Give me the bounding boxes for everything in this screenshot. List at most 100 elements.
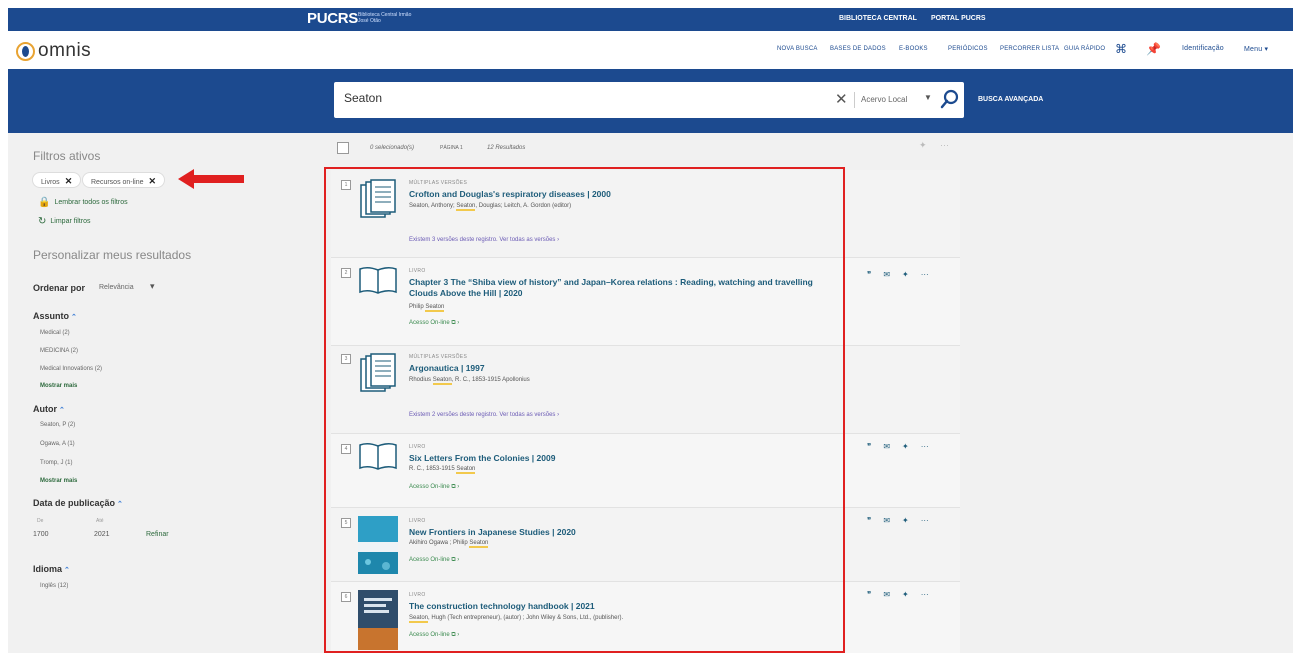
reset-icon: ↻	[38, 216, 47, 227]
facet-assunto-header[interactable]: Assunto ⌃	[33, 311, 77, 321]
results-count: 12 Resultados	[487, 145, 526, 151]
email-icon[interactable]: ✉	[883, 270, 890, 279]
menu-label: Menu	[1244, 46, 1263, 53]
facet-title: Assunto	[33, 311, 69, 321]
more-icon[interactable]: ···	[921, 590, 929, 599]
scope-divider	[854, 92, 855, 108]
facet-value[interactable]: Seaton, P (2)	[40, 422, 75, 428]
omnis-logo[interactable]: omnis	[16, 40, 91, 62]
pin-icon[interactable]: ✦	[919, 140, 927, 151]
red-box-annotation	[324, 167, 845, 653]
more-icon[interactable]: ···	[921, 270, 929, 279]
facet-value[interactable]: Medical Innovations (2)	[40, 366, 102, 372]
selected-count: 0 selecionado(s)	[370, 145, 415, 151]
nav-bases-de-dados[interactable]: BASES DE DADOS	[830, 46, 886, 52]
facet-title: Idioma	[33, 564, 63, 574]
top-bar: PUCRS Biblioteca Central Irmão José Otão…	[8, 8, 1293, 31]
chevron-up-icon: ⌃	[71, 314, 77, 321]
more-icon[interactable]: ···	[940, 140, 949, 150]
nav-ebooks[interactable]: E-BOOKS	[899, 46, 928, 52]
date-from-label: De	[37, 518, 44, 524]
more-icon[interactable]: ···	[921, 442, 929, 451]
right-pane	[961, 133, 1293, 653]
red-arrow-annotation	[178, 169, 244, 189]
date-to-input[interactable]: 2021	[94, 531, 110, 538]
date-to-label: Até	[96, 518, 104, 524]
advanced-search-link[interactable]: BUSCA AVANÇADA	[978, 96, 1043, 103]
login-link[interactable]: Identificação	[1182, 45, 1224, 52]
omnis-logo-text: omnis	[38, 40, 92, 61]
chip-label: Livros	[41, 179, 60, 186]
search-box: ✕ Acervo Local ▼	[334, 82, 964, 118]
facet-value[interactable]: Medical (2)	[40, 330, 70, 336]
show-more-author[interactable]: Mostrar mais	[40, 478, 77, 484]
active-filters-title: Filtros ativos	[33, 149, 101, 163]
filters-sidebar	[8, 133, 319, 653]
pin-icon[interactable]: ✦	[902, 590, 909, 599]
more-icon[interactable]: ···	[921, 516, 929, 525]
remove-chip-icon[interactable]: ✕	[149, 176, 157, 186]
chevron-up-icon: ⌃	[117, 501, 123, 508]
chevron-up-icon: ⌃	[64, 567, 70, 574]
quote-icon[interactable]: ❞	[867, 516, 871, 525]
chip-label: Recursos on-line	[91, 179, 144, 186]
filter-chip-recursos-online[interactable]: Recursos on-line ✕	[82, 172, 166, 188]
nav-nova-busca[interactable]: NOVA BUSCA	[777, 46, 818, 52]
facet-value[interactable]: Tromp, J (1)	[40, 460, 72, 466]
search-input[interactable]	[344, 91, 804, 105]
record-actions: ❞ ✉ ✦ ···	[867, 516, 941, 525]
email-icon[interactable]: ✉	[883, 590, 890, 599]
pucrs-logo[interactable]: PUCRS	[307, 10, 358, 27]
facet-autor-header[interactable]: Autor ⌃	[33, 404, 65, 414]
sort-label: Ordenar por	[33, 283, 86, 293]
select-all-checkbox[interactable]	[337, 142, 349, 154]
library-subtitle: Biblioteca Central Irmão José Otão	[358, 12, 412, 24]
nav-percorrer-lista[interactable]: PERCORRER LISTA	[1000, 46, 1059, 52]
bookmarks-icon[interactable]: ⌘	[1115, 42, 1127, 56]
clear-filters-label: Limpar filtros	[50, 218, 91, 225]
clear-search-icon[interactable]: ✕	[835, 90, 848, 108]
nav-guia-rapido[interactable]: GUIA RÁPIDO	[1064, 46, 1105, 52]
sort-caret-icon[interactable]: ▾	[150, 281, 155, 292]
pin-icon[interactable]: ✦	[902, 516, 909, 525]
chevron-up-icon: ⌃	[59, 407, 65, 414]
top-link-biblioteca[interactable]: BIBLIOTECA CENTRAL	[839, 15, 917, 22]
email-icon[interactable]: ✉	[883, 442, 890, 451]
record-actions: ❞ ✉ ✦ ···	[867, 590, 941, 599]
pin-icon[interactable]: 📌	[1146, 42, 1161, 56]
personalize-title: Personalizar meus resultados	[33, 248, 192, 262]
chevron-down-icon: ▾	[1264, 46, 1269, 53]
omnis-logo-icon	[16, 41, 35, 61]
pin-icon[interactable]: ✦	[902, 442, 909, 451]
facet-title: Autor	[33, 404, 57, 414]
facet-value[interactable]: Inglês (12)	[40, 583, 68, 589]
facet-title: Data de publicação	[33, 498, 116, 508]
search-icon[interactable]	[939, 88, 961, 110]
refine-button[interactable]: Refinar	[146, 531, 169, 538]
sort-select[interactable]: Relevância	[99, 284, 134, 291]
record-actions: ❞ ✉ ✦ ···	[867, 270, 941, 279]
facet-data-header[interactable]: Data de publicação ⌃	[33, 498, 123, 508]
nav-periodicos[interactable]: PERIÓDICOS	[948, 46, 988, 52]
quote-icon[interactable]: ❞	[867, 590, 871, 599]
remember-filters-link[interactable]: 🔒 Lembrar todos os filtros	[38, 197, 128, 208]
top-link-portal[interactable]: PORTAL PUCRS	[931, 15, 986, 22]
facet-value[interactable]: MEDICINA (2)	[40, 348, 78, 354]
filter-chip-livros[interactable]: Livros ✕	[32, 172, 82, 188]
remember-filters-label: Lembrar todos os filtros	[54, 199, 128, 206]
search-band: ✕ Acervo Local ▼ BUSCA AVANÇADA	[8, 69, 1293, 133]
facet-value[interactable]: Ogawa, A (1)	[40, 441, 75, 447]
facet-idioma-header[interactable]: Idioma ⌃	[33, 564, 70, 574]
pin-icon[interactable]: ✦	[902, 270, 909, 279]
remove-chip-icon[interactable]: ✕	[65, 176, 73, 186]
quote-icon[interactable]: ❞	[867, 442, 871, 451]
clear-filters-link[interactable]: ↻ Limpar filtros	[38, 216, 90, 227]
app-header: omnis NOVA BUSCA BASES DE DADOS E-BOOKS …	[8, 31, 1293, 69]
menu-button[interactable]: Menu ▾	[1244, 45, 1268, 53]
scope-select[interactable]: Acervo Local	[861, 95, 907, 104]
email-icon[interactable]: ✉	[883, 516, 890, 525]
quote-icon[interactable]: ❞	[867, 270, 871, 279]
scope-caret-icon[interactable]: ▼	[924, 93, 932, 102]
date-from-input[interactable]: 1700	[33, 531, 49, 538]
show-more-subject[interactable]: Mostrar mais	[40, 383, 77, 389]
